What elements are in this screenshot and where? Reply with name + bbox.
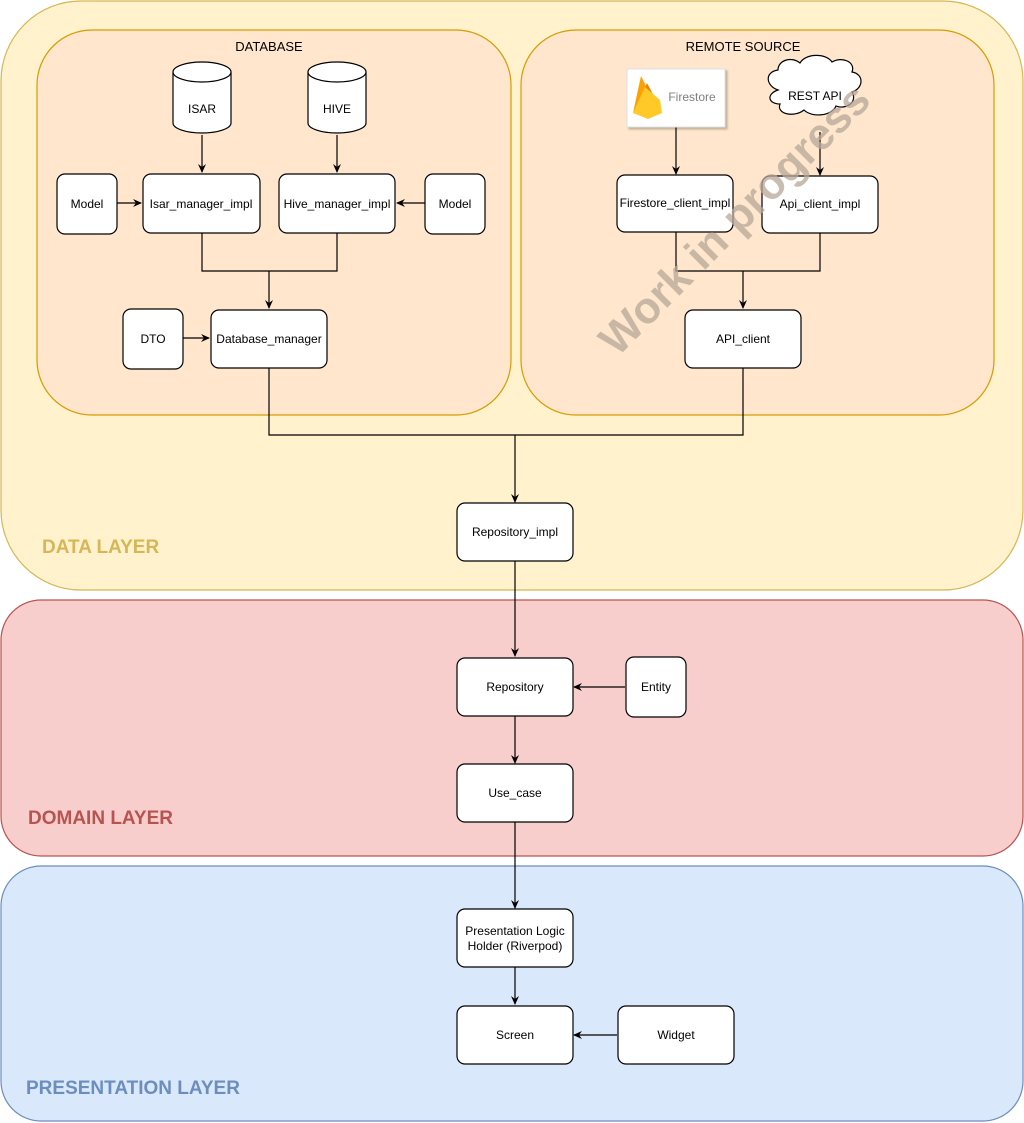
isar-label: ISAR xyxy=(188,102,216,116)
remote-source-group-title: REMOTE SOURCE xyxy=(686,39,801,54)
firestore-label: Firestore xyxy=(668,90,716,104)
widget-node: Widget xyxy=(617,1005,735,1065)
use-case-node: Use_case xyxy=(456,763,574,823)
data-layer-label: DATA LAYER xyxy=(42,537,159,558)
architecture-diagram: DATA LAYER DOMAIN LAYER PRESENTATION LAY… xyxy=(0,0,1024,1122)
model-right-label: Model xyxy=(439,197,472,211)
firestore-card: Firestore xyxy=(626,68,726,128)
logic-holder-label-line2: Holder (Riverpod) xyxy=(468,939,563,953)
database-manager-label: Database_manager xyxy=(216,332,321,346)
repository-node: Repository xyxy=(456,657,574,717)
entity-label: Entity xyxy=(641,680,671,694)
entity-node: Entity xyxy=(625,656,687,718)
logic-holder-label-line1: Presentation Logic xyxy=(465,924,564,938)
api-client-node: API_client xyxy=(684,309,802,369)
repository-label: Repository xyxy=(486,680,543,694)
api-client-label: API_client xyxy=(716,332,771,346)
dto-node: DTO xyxy=(122,308,184,370)
domain-layer-label: DOMAIN LAYER xyxy=(28,808,173,829)
repository-impl-node: Repository_impl xyxy=(456,502,574,562)
model-left-label: Model xyxy=(71,197,104,211)
hive-manager-impl-label: Hive_manager_impl xyxy=(284,197,391,211)
isar-manager-impl-label: Isar_manager_impl xyxy=(150,197,253,211)
presentation-layer-label: PRESENTATION LAYER xyxy=(26,1078,240,1099)
database-group-title: DATABASE xyxy=(235,39,303,54)
isar-manager-impl-node: Isar_manager_impl xyxy=(142,173,261,234)
screen-label: Screen xyxy=(496,1028,534,1042)
widget-label: Widget xyxy=(657,1028,695,1042)
model-right-node: Model xyxy=(424,173,486,235)
hive-label: HIVE xyxy=(323,102,351,116)
screen-node: Screen xyxy=(456,1005,574,1065)
hive-cylinder: HIVE xyxy=(307,61,367,134)
database-manager-node: Database_manager xyxy=(210,309,328,369)
presentation-logic-holder-node: Presentation Logic Holder (Riverpod) xyxy=(456,908,574,968)
api-client-impl-label: Api_client_impl xyxy=(780,197,861,211)
isar-cylinder: ISAR xyxy=(172,61,232,134)
use-case-label: Use_case xyxy=(488,786,542,800)
hive-manager-impl-node: Hive_manager_impl xyxy=(278,173,396,234)
model-left-node: Model xyxy=(56,173,118,235)
dto-label: DTO xyxy=(140,332,165,346)
repository-impl-label: Repository_impl xyxy=(472,525,558,539)
